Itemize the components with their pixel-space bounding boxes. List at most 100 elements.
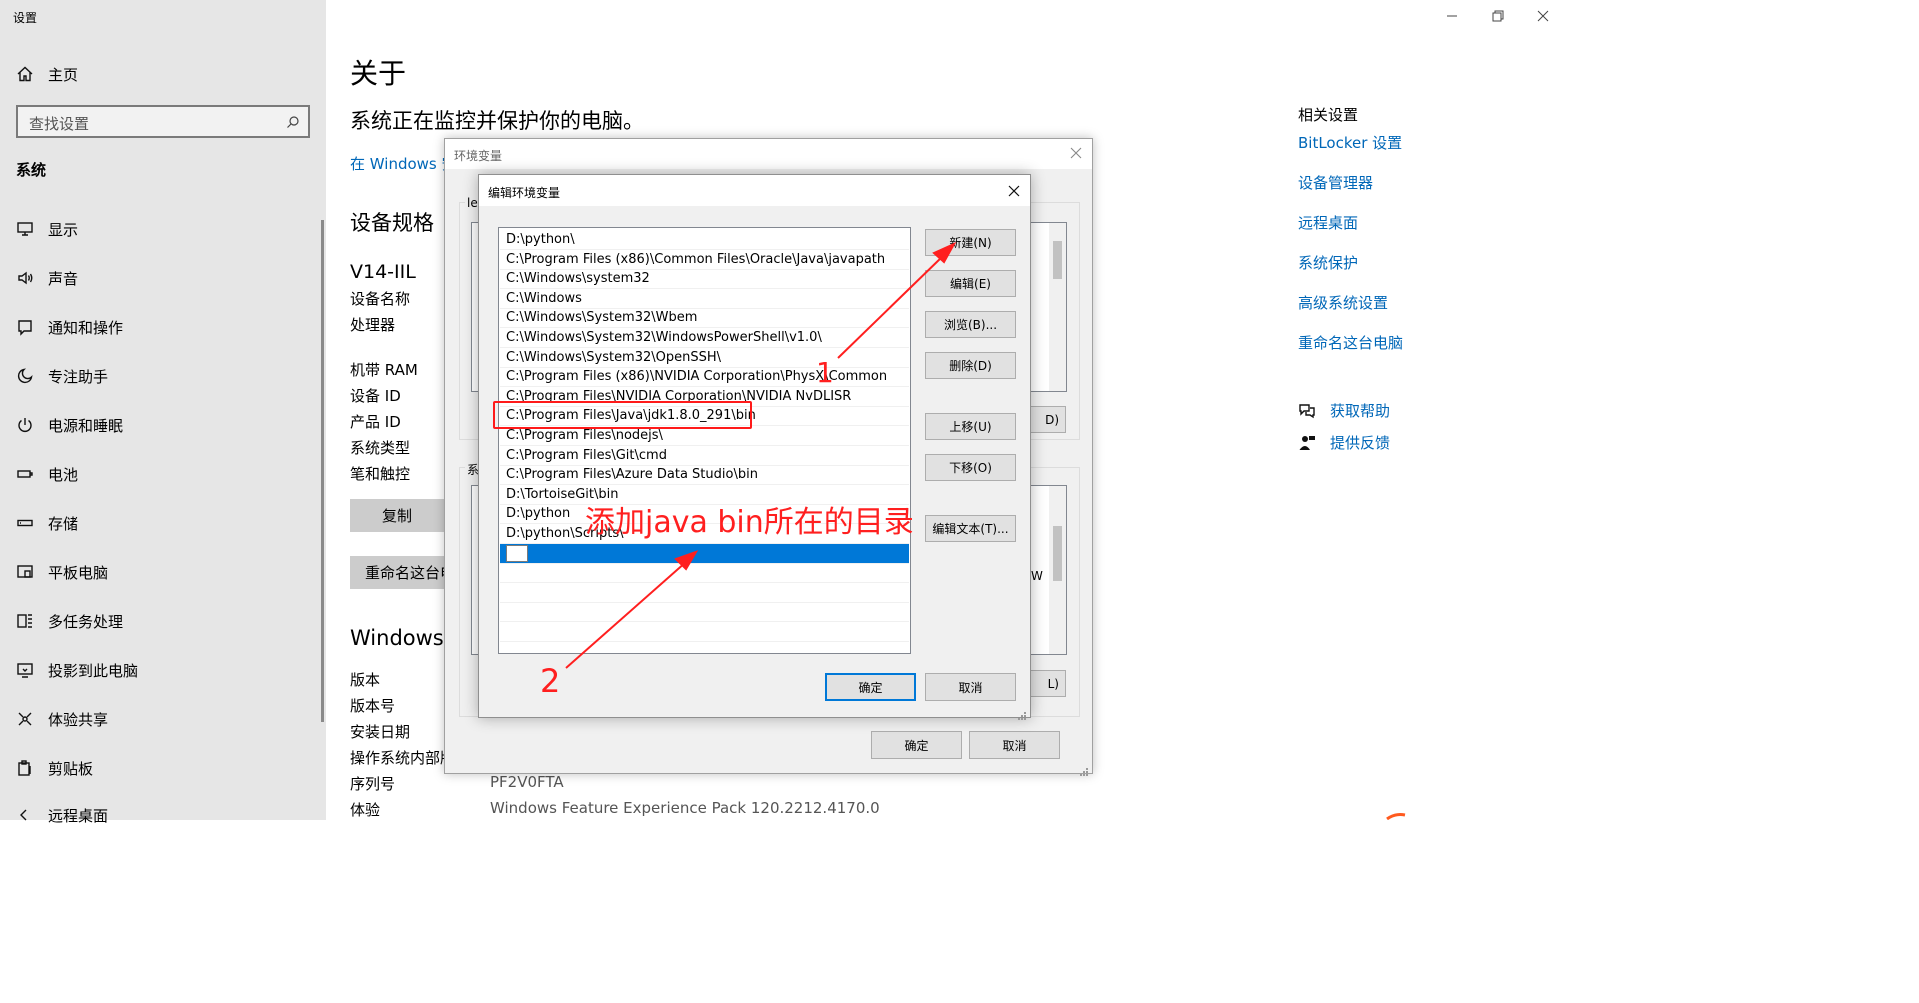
device-spec-heading: 设备规格 bbox=[350, 211, 434, 235]
list-item[interactable]: C:\Windows bbox=[500, 289, 909, 309]
copy-button[interactable]: 复制 bbox=[350, 499, 444, 532]
search-input[interactable]: 查找设置 bbox=[16, 105, 310, 138]
move-up-button[interactable]: 上移(U) bbox=[925, 413, 1016, 440]
delete-button[interactable]: 删除(D) bbox=[925, 352, 1016, 379]
maximize-button[interactable] bbox=[1488, 7, 1506, 25]
env-dialog-titlebar: 环境变量 bbox=[445, 139, 1092, 169]
annotation-step-2: 2 bbox=[540, 662, 561, 700]
windows-spec-label: 版本号 bbox=[350, 697, 396, 715]
sidebar-section-heading: 系统 bbox=[16, 161, 47, 179]
storage-icon bbox=[0, 514, 48, 532]
minimize-button[interactable] bbox=[1443, 7, 1461, 25]
close-button[interactable] bbox=[1534, 7, 1552, 25]
settings-sidebar: 设置 主页 查找设置 系统 显示 声音 通知和操作 专注助手 电源和睡眠 电池 … bbox=[0, 0, 326, 825]
sidebar-item-storage[interactable]: 存储 bbox=[0, 508, 320, 538]
spec-label: 笔和触控 bbox=[350, 465, 411, 483]
system-list-scrollbar[interactable] bbox=[1049, 486, 1066, 654]
edit-button[interactable]: 编辑(E) bbox=[925, 270, 1016, 297]
sidebar-item-label: 投影到此电脑 bbox=[48, 661, 139, 680]
env-cancel-button[interactable]: 取消 bbox=[969, 731, 1060, 759]
list-item[interactable]: C:\Windows\System32\OpenSSH\ bbox=[500, 348, 909, 368]
remote-desktop-link[interactable]: 远程桌面 bbox=[1298, 212, 1358, 233]
edit-cancel-label: 取消 bbox=[958, 680, 983, 695]
spec-label: 系统类型 bbox=[350, 439, 411, 457]
new-path-input[interactable] bbox=[506, 544, 528, 562]
rename-pc-link[interactable]: 重命名这台电脑 bbox=[1298, 332, 1403, 353]
env-ok-button[interactable]: 确定 bbox=[871, 731, 962, 759]
list-item[interactable]: C:\Windows\System32\WindowsPowerShell\v1… bbox=[500, 328, 909, 348]
delete-button-label: 删除(D) bbox=[949, 359, 992, 373]
search-icon[interactable] bbox=[286, 114, 300, 133]
sidebar-item-tablet[interactable]: 平板电脑 bbox=[0, 557, 320, 587]
get-help-label: 获取帮助 bbox=[1330, 402, 1391, 420]
fragment-label: D) bbox=[1045, 412, 1059, 427]
path-list[interactable]: D:\python\ C:\Program Files (x86)\Common… bbox=[498, 227, 911, 654]
user-list-scrollbar[interactable] bbox=[1049, 223, 1066, 391]
sidebar-item-label: 电池 bbox=[48, 465, 79, 484]
resize-grip-icon[interactable] bbox=[1080, 762, 1089, 776]
spec-label: 处理器 bbox=[350, 316, 396, 334]
security-link[interactable]: 在 Windows 安 bbox=[350, 153, 445, 174]
edit-text-button[interactable]: 编辑文本(T)... bbox=[925, 515, 1016, 542]
get-help-link[interactable]: 获取帮助 bbox=[1298, 400, 1390, 421]
sidebar-item-power[interactable]: 电源和睡眠 bbox=[0, 410, 320, 440]
edit-ok-button[interactable]: 确定 bbox=[825, 673, 916, 701]
sidebar-item-remote-desktop[interactable]: 远程桌面 bbox=[0, 800, 320, 830]
sidebar-item-clipboard[interactable]: 剪贴板 bbox=[0, 753, 320, 783]
sidebar-item-notifications[interactable]: 通知和操作 bbox=[0, 312, 320, 342]
browse-button[interactable]: 浏览(B)... bbox=[925, 311, 1016, 338]
edit-button-label: 编辑(E) bbox=[950, 277, 991, 291]
moon-icon bbox=[0, 367, 48, 385]
move-down-button[interactable]: 下移(O) bbox=[925, 454, 1016, 481]
edit-dialog-titlebar: 编辑环境变量 bbox=[479, 175, 1030, 206]
system-protection-link[interactable]: 系统保护 bbox=[1298, 252, 1358, 273]
sidebar-item-display[interactable]: 显示 bbox=[0, 214, 320, 244]
empty-row bbox=[500, 563, 909, 584]
monitor-icon bbox=[0, 220, 48, 238]
sidebar-item-label: 通知和操作 bbox=[48, 318, 124, 337]
rename-pc-button[interactable]: 重命名这台电 bbox=[350, 556, 444, 589]
feedback-link[interactable]: 提供反馈 bbox=[1298, 432, 1390, 453]
experience-value: Windows Feature Experience Pack 120.2212… bbox=[490, 799, 880, 817]
advanced-system-settings-link[interactable]: 高级系统设置 bbox=[1298, 292, 1388, 313]
new-path-row[interactable] bbox=[500, 543, 909, 564]
sidebar-item-sound[interactable]: 声音 bbox=[0, 263, 320, 293]
multitask-icon bbox=[0, 612, 48, 630]
list-item[interactable]: C:\Windows\system32 bbox=[500, 269, 909, 290]
sidebar-scrollbar[interactable] bbox=[321, 220, 324, 722]
fragment-label: L) bbox=[1047, 676, 1059, 691]
bitlocker-link[interactable]: BitLocker 设置 bbox=[1298, 132, 1402, 153]
fragment-w: W bbox=[1031, 569, 1043, 583]
sidebar-item-label: 电源和睡眠 bbox=[48, 416, 124, 435]
sidebar-item-focus-assist[interactable]: 专注助手 bbox=[0, 361, 320, 391]
new-button[interactable]: 新建(N) bbox=[925, 229, 1016, 256]
list-item[interactable]: D:\python\ bbox=[500, 230, 909, 250]
spec-label: 产品 ID bbox=[350, 413, 401, 431]
sidebar-item-label: 平板电脑 bbox=[48, 563, 109, 582]
share-icon bbox=[0, 710, 48, 728]
page-subtitle: 系统正在监控并保护你的电脑。 bbox=[350, 109, 644, 133]
list-item[interactable]: C:\Program Files (x86)\NVIDIA Corporatio… bbox=[500, 367, 909, 388]
list-item[interactable]: C:\Program Files\Azure Data Studio\bin bbox=[500, 465, 909, 486]
search-placeholder: 查找设置 bbox=[29, 115, 90, 133]
sidebar-item-label: 远程桌面 bbox=[48, 806, 109, 825]
spec-label: 机带 RAM bbox=[350, 361, 418, 379]
sidebar-item-battery[interactable]: 电池 bbox=[0, 459, 320, 489]
edit-cancel-button[interactable]: 取消 bbox=[925, 673, 1016, 701]
env-dialog-title: 环境变量 bbox=[454, 149, 503, 163]
sidebar-item-shared-experiences[interactable]: 体验共享 bbox=[0, 704, 320, 734]
sidebar-item-project[interactable]: 投影到此电脑 bbox=[0, 655, 320, 685]
resize-grip-icon[interactable] bbox=[1018, 706, 1027, 720]
sidebar-item-multitasking[interactable]: 多任务处理 bbox=[0, 606, 320, 636]
list-item[interactable]: C:\Program Files\nodejs\ bbox=[500, 426, 909, 446]
list-item[interactable]: C:\Program Files (x86)\Common Files\Orac… bbox=[500, 250, 909, 270]
list-item[interactable]: C:\Program Files\Git\cmd bbox=[500, 446, 909, 466]
edit-dialog-close-button[interactable] bbox=[1007, 183, 1021, 197]
env-dialog-close-button[interactable] bbox=[1068, 145, 1084, 161]
list-item[interactable]: C:\Windows\System32\Wbem bbox=[500, 308, 909, 329]
sidebar-item-home[interactable]: 主页 bbox=[0, 59, 320, 89]
home-icon bbox=[0, 65, 48, 83]
annotation-step-1: 1 bbox=[816, 356, 834, 389]
device-manager-link[interactable]: 设备管理器 bbox=[1298, 172, 1373, 193]
env-ok-label: 确定 bbox=[904, 738, 929, 753]
